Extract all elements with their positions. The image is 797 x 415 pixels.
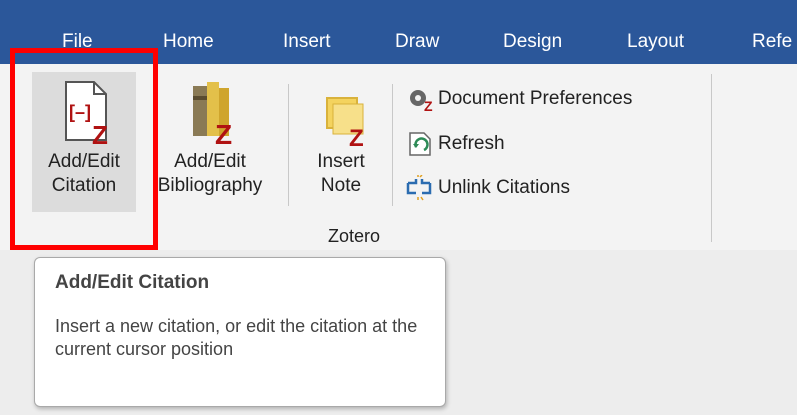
tooltip-body: Insert a new citation, or edit the citat… xyxy=(55,316,418,359)
tab-references[interactable]: Refe xyxy=(752,28,792,56)
insert-note-label-1: Insert xyxy=(317,151,365,172)
unlink-citations-button[interactable]: Unlink Citations xyxy=(404,173,570,203)
document-preferences-label: Document Preferences xyxy=(438,88,633,109)
separator xyxy=(392,84,393,206)
svg-text:Z: Z xyxy=(424,98,433,112)
bibliography-books-icon: Z xyxy=(140,78,280,150)
note-icon: Z xyxy=(296,86,386,152)
tooltip: Add/Edit Citation Insert a new citation,… xyxy=(34,257,446,407)
separator xyxy=(288,84,289,206)
insert-note-button[interactable]: Z Insert Note xyxy=(296,86,386,198)
svg-text:Z: Z xyxy=(215,119,232,148)
unlink-citations-label: Unlink Citations xyxy=(438,177,570,198)
tab-insert[interactable]: Insert xyxy=(283,28,331,56)
insert-note-label-2: Note xyxy=(320,175,362,196)
add-edit-bibliography-label-2: Bibliography xyxy=(157,175,263,196)
highlight-box xyxy=(10,48,158,250)
document-preferences-button[interactable]: Z Document Preferences xyxy=(404,84,632,114)
refresh-button[interactable]: Refresh xyxy=(404,129,505,159)
add-edit-bibliography-button[interactable]: Z Add/Edit Bibliography xyxy=(140,78,280,198)
refresh-icon xyxy=(404,131,438,157)
gear-icon: Z xyxy=(404,86,438,114)
unlink-icon xyxy=(404,174,438,201)
separator xyxy=(711,74,712,242)
tab-draw[interactable]: Draw xyxy=(395,28,439,56)
svg-text:Z: Z xyxy=(349,125,364,148)
tab-layout[interactable]: Layout xyxy=(627,28,684,56)
add-edit-bibliography-label-1: Add/Edit xyxy=(174,151,246,172)
tab-design[interactable]: Design xyxy=(503,28,562,56)
ribbon-group-label-zotero: Zotero xyxy=(327,226,381,246)
refresh-label: Refresh xyxy=(438,133,505,154)
tooltip-title: Add/Edit Citation xyxy=(55,272,210,293)
tab-home[interactable]: Home xyxy=(163,28,214,56)
